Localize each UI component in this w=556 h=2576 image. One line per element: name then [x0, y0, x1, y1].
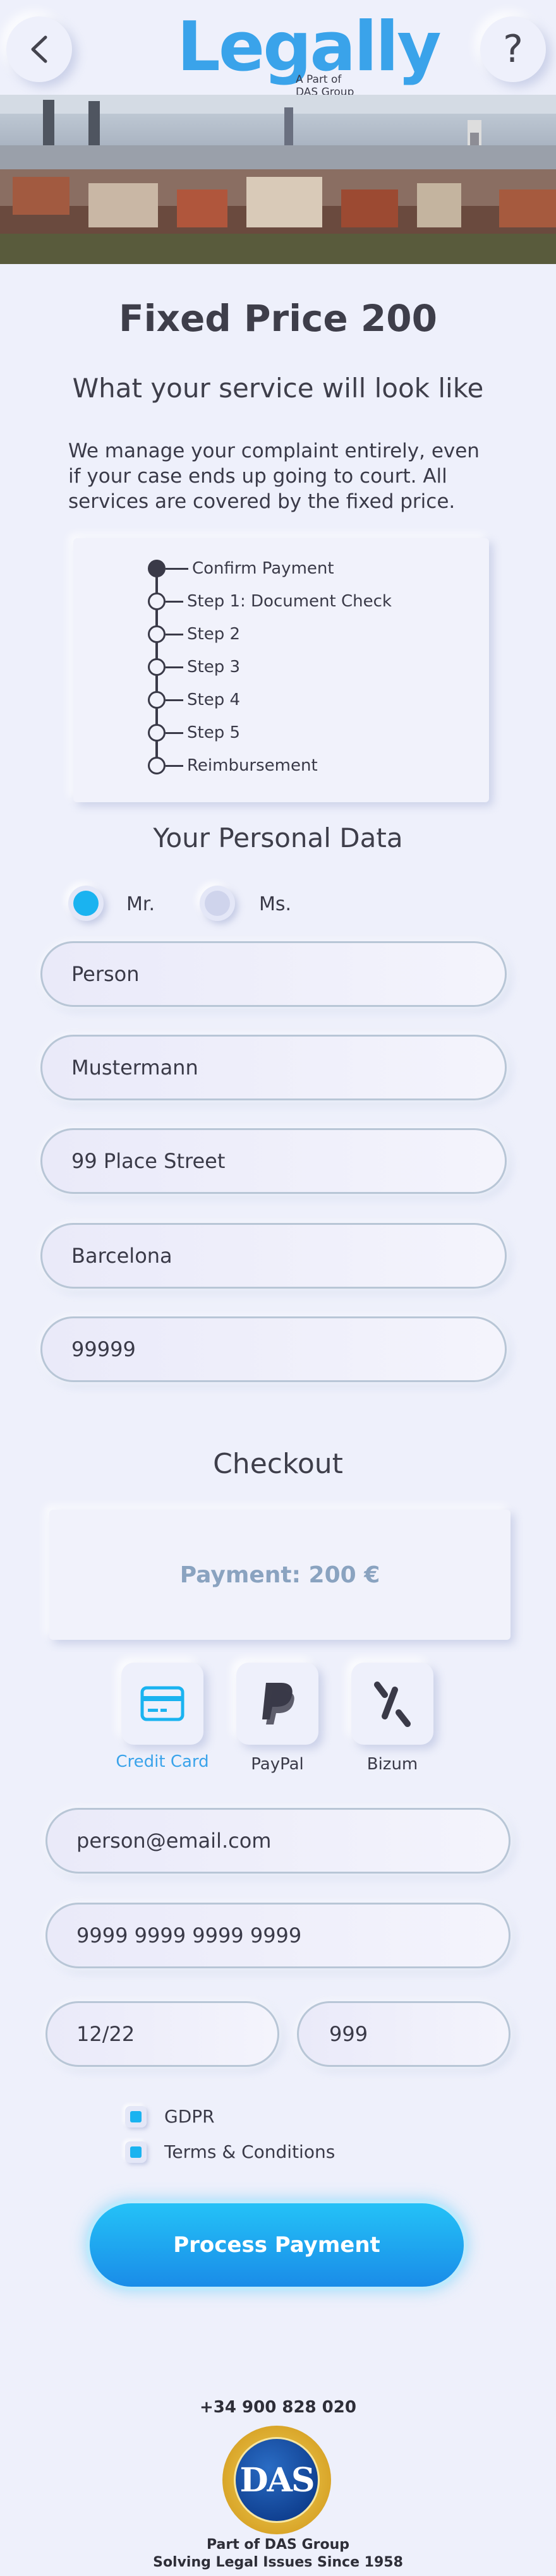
credit-card-label: Credit Card — [116, 1752, 209, 1771]
card-number-field[interactable]: 9999 9999 9999 9999 — [45, 1903, 511, 1968]
paypal-icon — [262, 1683, 294, 1724]
city-field[interactable]: Barcelona — [40, 1223, 507, 1289]
timeline-dot — [148, 625, 166, 643]
timeline-dot — [148, 658, 166, 676]
bizum-button[interactable] — [351, 1663, 433, 1745]
credit-card-button[interactable] — [121, 1663, 203, 1745]
radio-selected-dot — [73, 891, 99, 916]
last-name-field[interactable]: Mustermann — [40, 1035, 507, 1100]
payment-amount: Payment: 200 € — [179, 1562, 380, 1588]
back-button[interactable] — [6, 16, 72, 82]
contact-phone[interactable]: +34 900 828 020 — [0, 2398, 556, 2417]
das-seal-logo: DAS — [222, 2426, 331, 2534]
gdpr-label: GDPR — [164, 2106, 215, 2127]
timeline-dot — [148, 757, 166, 774]
paypal-label: PayPal — [251, 1755, 304, 1774]
radio-ms[interactable] — [200, 886, 235, 921]
timeline-dot-filled — [148, 560, 166, 577]
email-field[interactable]: person@email.com — [45, 1808, 511, 1874]
process-payment-button[interactable]: Process Payment — [86, 2200, 468, 2290]
timeline-dot — [148, 691, 166, 709]
radio-mr[interactable] — [68, 886, 104, 921]
cvv-field[interactable]: 999 — [297, 2001, 511, 2067]
page-title: Fixed Price 200 — [119, 297, 437, 340]
gdpr-checkbox[interactable] — [125, 2106, 147, 2128]
timeline-step: Reimbursement — [148, 756, 318, 775]
timeline-step: Step 1: Document Check — [148, 592, 392, 611]
bizum-label: Bizum — [366, 1755, 418, 1774]
credit-card-icon — [140, 1686, 184, 1721]
paypal-button[interactable] — [236, 1663, 318, 1745]
hero-city-image — [0, 95, 556, 264]
timeline-dot — [148, 724, 166, 742]
footer-line1: Part of DAS Group — [207, 2537, 349, 2553]
timeline-step: Step 2 — [148, 625, 240, 644]
das-seal-text: DAS — [234, 2437, 320, 2523]
timeline-step: Confirm Payment — [148, 559, 334, 578]
chevron-left-icon — [31, 35, 47, 63]
timeline-step: Step 3 — [148, 658, 240, 677]
bizum-icon — [374, 1682, 411, 1727]
timeline-step: Step 5 — [148, 723, 240, 742]
first-name-field[interactable]: Person — [40, 941, 507, 1007]
terms-checkbox[interactable] — [125, 2141, 147, 2163]
terms-label: Terms & Conditions — [164, 2141, 335, 2162]
street-field[interactable]: 99 Place Street — [40, 1128, 507, 1194]
checkout-heading: Checkout — [213, 1448, 343, 1480]
help-button[interactable]: ? — [480, 16, 546, 82]
zip-field[interactable]: 99999 — [40, 1316, 507, 1382]
help-icon: ? — [503, 27, 523, 71]
service-description: We manage your complaint entirely, even … — [68, 440, 480, 513]
steps-card: Confirm Payment Step 1: Document Check S… — [73, 538, 489, 802]
payment-summary: Payment: 200 € — [49, 1510, 511, 1640]
footer-line2: Solving Legal Issues Since 1958 — [153, 2555, 403, 2570]
radio-mr-label: Mr. — [126, 893, 155, 915]
radio-ms-label: Ms. — [259, 893, 292, 915]
personal-data-heading: Your Personal Data — [153, 822, 403, 853]
timeline-dot — [148, 593, 166, 610]
expiry-field[interactable]: 12/22 — [45, 2001, 279, 2067]
timeline-step: Step 4 — [148, 690, 240, 709]
page-subtitle: What your service will look like — [72, 373, 484, 404]
logo: Legally A Part of DAS Group — [177, 10, 442, 99]
